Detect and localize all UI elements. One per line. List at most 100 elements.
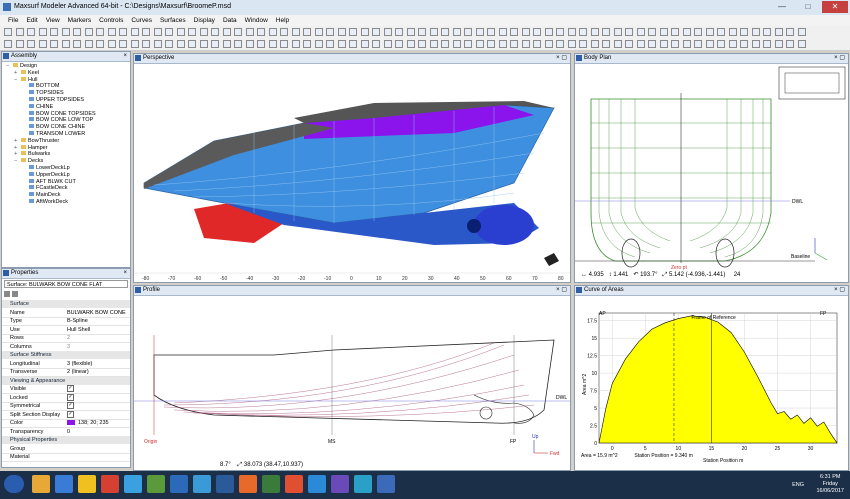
toolbar-button[interactable] <box>142 40 150 48</box>
toolbar-button[interactable] <box>533 40 541 48</box>
toolbar-button[interactable] <box>418 40 426 48</box>
tree-item[interactable]: AFT BLWK CUT <box>22 178 76 185</box>
toolbar-button[interactable] <box>326 28 334 36</box>
toolbar-button[interactable] <box>429 40 438 48</box>
toolbar-button[interactable] <box>119 40 127 48</box>
toolbar-button[interactable] <box>682 28 691 36</box>
toolbar-button[interactable] <box>728 40 737 48</box>
toolbar-button[interactable] <box>429 28 438 36</box>
toolbar-button[interactable] <box>383 40 392 48</box>
toolbar-button[interactable] <box>763 28 771 36</box>
tree-item[interactable]: UpperDeckLp <box>22 171 70 178</box>
toolbar-button[interactable] <box>590 28 599 36</box>
toolbar-button[interactable] <box>441 40 449 48</box>
tree-item[interactable]: − Hull <box>14 76 37 83</box>
toolbar-button[interactable] <box>717 40 725 48</box>
toolbar-button[interactable] <box>682 40 691 48</box>
toolbar-button[interactable] <box>165 40 173 48</box>
toolbar-button[interactable] <box>257 28 265 36</box>
toolbar-button[interactable] <box>314 28 323 36</box>
system-clock[interactable]: 6:31 PM Friday 16/06/2017 <box>816 474 844 495</box>
tree-item[interactable]: + Bulwarks <box>14 151 50 157</box>
toolbar-button[interactable] <box>165 28 173 36</box>
tree-item[interactable]: − Design <box>6 63 37 69</box>
taskbar-app-icon[interactable] <box>285 475 303 493</box>
tree-item[interactable]: BOW CONE LOW TOP <box>22 117 93 123</box>
taskbar-app-icon[interactable] <box>32 475 50 493</box>
toolbar-button[interactable] <box>303 40 311 48</box>
expand-icon[interactable]: + <box>14 145 19 151</box>
toolbar-button[interactable] <box>740 28 748 36</box>
toolbar-button[interactable] <box>107 40 116 48</box>
toolbar-button[interactable] <box>4 40 12 48</box>
taskbar-app-icon[interactable] <box>354 475 372 493</box>
property-section-header[interactable]: Physical Properties <box>2 436 130 444</box>
toolbar-button[interactable] <box>130 40 139 48</box>
toolbar-button[interactable] <box>130 28 139 36</box>
toolbar-button[interactable] <box>107 28 116 36</box>
toolbar-button[interactable] <box>211 28 219 36</box>
toolbar-button[interactable] <box>303 28 311 36</box>
close-icon[interactable]: × ▢ <box>556 54 567 63</box>
property-value[interactable]: 0 <box>67 428 70 436</box>
toolbar-button[interactable] <box>636 40 645 48</box>
property-checkbox[interactable]: ✓ <box>67 410 74 419</box>
toolbar-button[interactable] <box>291 28 300 36</box>
toolbar-button[interactable] <box>774 28 783 36</box>
toolbar-button[interactable] <box>441 28 449 36</box>
start-button[interactable] <box>4 475 24 493</box>
color-swatch[interactable] <box>67 420 75 426</box>
toolbar-button[interactable] <box>763 40 771 48</box>
tree-item[interactable]: FCastleDeck <box>22 185 67 191</box>
close-icon[interactable]: × ▢ <box>834 286 845 295</box>
toolbar-button[interactable] <box>671 40 679 48</box>
expand-icon[interactable]: − <box>6 63 11 69</box>
toolbar-button[interactable] <box>73 40 81 48</box>
toolbar-button[interactable] <box>751 28 760 36</box>
menu-view[interactable]: View <box>46 15 60 26</box>
toolbar-button[interactable] <box>567 28 576 36</box>
toolbar-button[interactable] <box>487 28 495 36</box>
taskbar-app-icon[interactable] <box>216 475 234 493</box>
expand-icon[interactable]: − <box>14 77 19 83</box>
toolbar-button[interactable] <box>222 40 231 48</box>
menu-data[interactable]: Data <box>223 15 237 26</box>
toolbar-button[interactable] <box>280 28 288 36</box>
toolbar-button[interactable] <box>61 28 70 36</box>
toolbar-button[interactable] <box>291 40 300 48</box>
expand-icon[interactable]: − <box>14 158 19 164</box>
expand-icon[interactable]: + <box>14 70 19 76</box>
toolbar-button[interactable] <box>50 28 58 36</box>
toolbar-button[interactable] <box>142 28 150 36</box>
toolbar-button[interactable] <box>671 28 679 36</box>
toolbar-button[interactable] <box>395 40 403 48</box>
toolbar-button[interactable] <box>406 28 415 36</box>
property-checkbox[interactable]: ✓ <box>67 393 74 402</box>
close-icon[interactable]: × <box>123 269 127 278</box>
toolbar-button[interactable] <box>38 40 47 48</box>
tree-item[interactable]: LowerDeckLp <box>22 165 70 171</box>
toolbar-button[interactable] <box>360 28 369 36</box>
property-section-header[interactable]: Surface <box>2 300 130 308</box>
toolbar-button[interactable] <box>314 40 323 48</box>
toolbar-button[interactable] <box>84 28 93 36</box>
tree-item[interactable]: AftWorkDeck <box>22 199 68 205</box>
toolbar-button[interactable] <box>636 28 645 36</box>
toolbar-button[interactable] <box>452 28 461 36</box>
toolbar-button[interactable] <box>751 40 760 48</box>
toolbar-button[interactable] <box>153 28 162 36</box>
toolbar-button[interactable] <box>797 40 806 48</box>
taskbar-app-icon[interactable] <box>377 475 395 493</box>
close-icon[interactable]: × ▢ <box>556 286 567 295</box>
property-section-header[interactable]: Surface Stiffness <box>2 351 130 359</box>
menu-display[interactable]: Display <box>194 15 215 26</box>
toolbar-button[interactable] <box>774 40 783 48</box>
property-color-value[interactable]: 138; 20; 235 <box>67 419 109 427</box>
toolbar-button[interactable] <box>84 40 93 48</box>
toolbar-button[interactable] <box>533 28 541 36</box>
toolbar-button[interactable] <box>475 28 484 36</box>
toolbar-button[interactable] <box>556 40 564 48</box>
toolbar-button[interactable] <box>625 28 633 36</box>
tree-item[interactable]: CHINE <box>22 103 53 110</box>
toolbar-button[interactable] <box>349 28 357 36</box>
